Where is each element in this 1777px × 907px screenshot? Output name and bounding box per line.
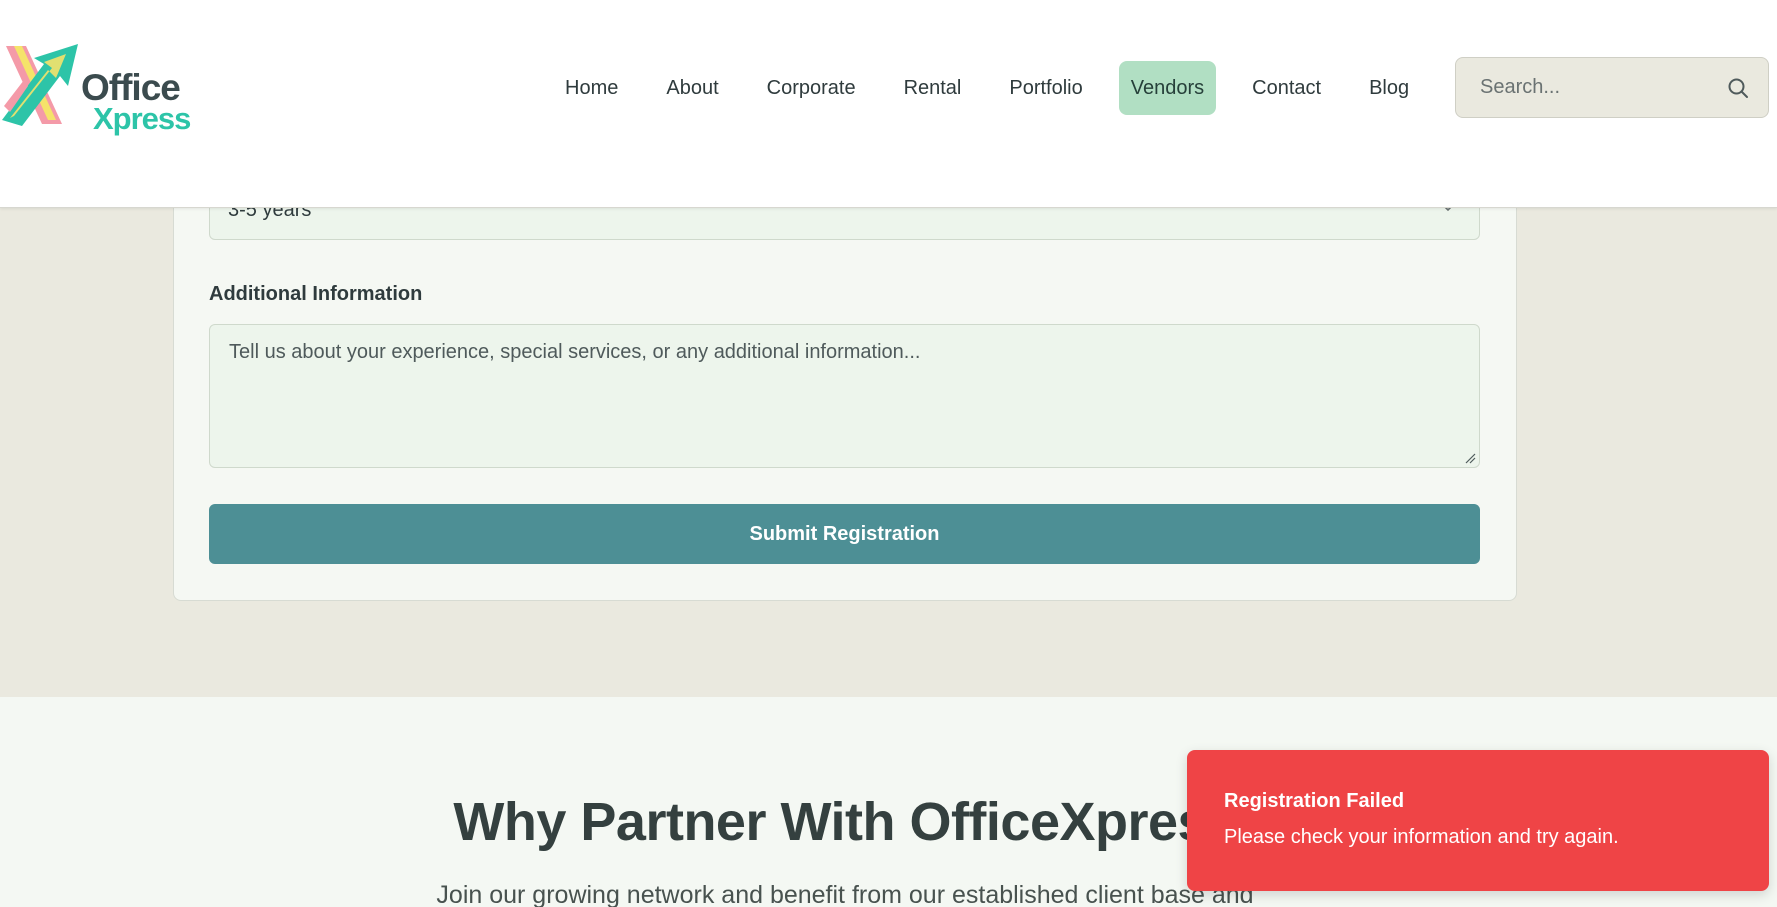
main-nav: Home About Corporate Rental Portfolio Ve… xyxy=(553,61,1421,115)
nav-item-about[interactable]: About xyxy=(654,61,730,115)
nav-item-portfolio[interactable]: Portfolio xyxy=(997,61,1094,115)
nav-item-blog[interactable]: Blog xyxy=(1357,61,1421,115)
additional-information-label: Additional Information xyxy=(209,283,423,305)
additional-information-textarea[interactable]: Tell us about your experience, special s… xyxy=(209,324,1480,468)
search-box xyxy=(1455,57,1769,118)
textarea-placeholder: Tell us about your experience, special s… xyxy=(229,341,921,363)
logo-wordmark-xpress: Xpress xyxy=(93,101,191,136)
nav-item-corporate[interactable]: Corporate xyxy=(755,61,868,115)
nav-item-home[interactable]: Home xyxy=(553,61,630,115)
resize-handle-icon[interactable] xyxy=(1464,452,1476,464)
error-toast[interactable]: Registration Failed Please check your in… xyxy=(1187,750,1769,891)
toast-title: Registration Failed xyxy=(1224,790,1405,812)
search-input[interactable] xyxy=(1480,58,1720,117)
nav-item-vendors[interactable]: Vendors xyxy=(1118,61,1217,115)
search-icon[interactable] xyxy=(1726,76,1750,100)
submit-registration-button[interactable]: Submit Registration xyxy=(209,504,1480,564)
site-header: Office Xpress Home About Corporate Renta… xyxy=(0,0,1777,208)
toast-message: Please check your information and try ag… xyxy=(1224,826,1619,848)
nav-item-rental[interactable]: Rental xyxy=(892,61,974,115)
nav-item-contact[interactable]: Contact xyxy=(1240,61,1333,115)
